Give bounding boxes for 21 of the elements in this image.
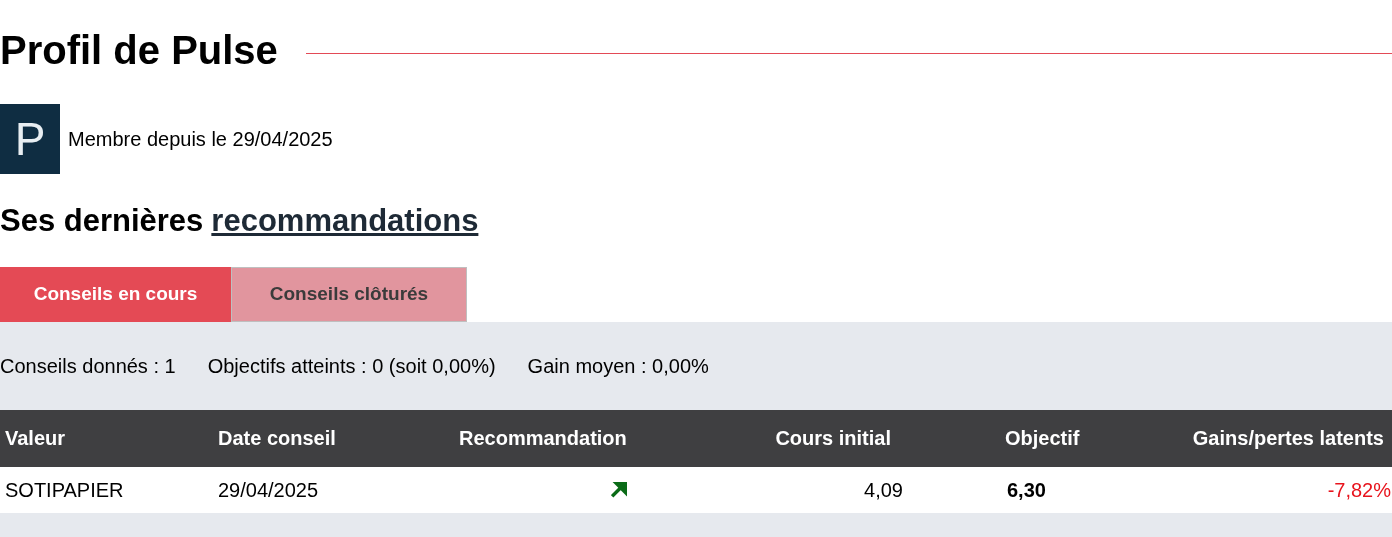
- table-cell-text: -7,82%: [1326, 477, 1392, 503]
- column-header: Cours initial: [774, 426, 892, 451]
- column-header: Recommandation: [458, 426, 628, 451]
- column-header: Date conseil: [217, 426, 337, 451]
- tab[interactable]: Conseils en cours: [0, 266, 231, 322]
- column-header: Objectif: [1004, 426, 1081, 451]
- table-cell-text: SOTIPAPIER: [4, 477, 125, 503]
- table-cell-text: 4,09: [863, 477, 904, 503]
- avatar: P: [0, 104, 60, 174]
- recommendations-link[interactable]: recommandations: [211, 198, 479, 245]
- stat-text: Conseils donnés : 1: [0, 353, 176, 379]
- table-cell-text: 29/04/2025: [217, 477, 320, 503]
- member-since: Membre depuis le 29/04/2025: [68, 127, 333, 152]
- section-title: Ses dernières: [0, 202, 204, 240]
- stat-text: Objectifs atteints : 0 (soit 0,00%): [207, 353, 496, 379]
- stat-text: Gain moyen : 0,00%: [527, 353, 709, 379]
- column-header: Gains/pertes latents: [1191, 426, 1385, 451]
- tab[interactable]: Conseils clôturés: [231, 266, 467, 322]
- column-header: Valeur: [4, 426, 67, 451]
- table-cell-text: 6,30: [1006, 477, 1047, 503]
- page-title: Profil de Pulse: [0, 30, 278, 70]
